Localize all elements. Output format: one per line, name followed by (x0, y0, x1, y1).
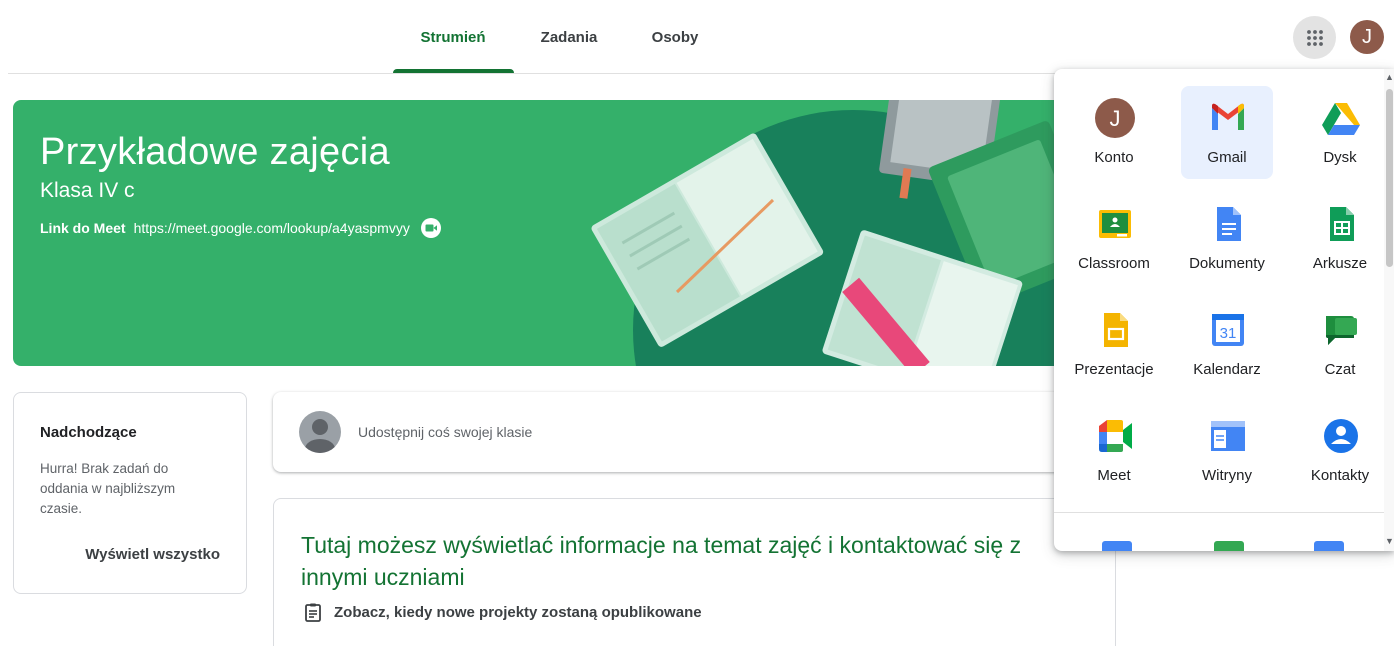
app-label: Konto (1094, 149, 1134, 166)
upcoming-title: Nadchodzące (40, 424, 137, 441)
info-subtitle: Zobacz, kiedy nowe projekty zostaną opub… (334, 603, 702, 621)
scrollbar-thumb[interactable] (1386, 89, 1393, 267)
app-label: Czat (1324, 361, 1356, 378)
default-person-icon (305, 419, 335, 453)
sheets-icon (1330, 207, 1354, 241)
drive-icon (1322, 103, 1360, 135)
tab-stream[interactable]: Strumień (410, 0, 496, 74)
sites-icon (1211, 421, 1245, 451)
account-initial: J (1110, 106, 1121, 131)
meet-link-url[interactable]: https://meet.google.com/lookup/a4yaspmvy… (134, 220, 410, 236)
app-label: Prezentacje (1074, 361, 1154, 378)
class-section: Klasa IV c (40, 179, 135, 202)
docs-icon (1217, 207, 1241, 241)
apps-grid-icon (1306, 29, 1323, 46)
app-chat[interactable]: Czat (1294, 298, 1386, 391)
meet-video-icon[interactable] (420, 217, 442, 239)
upcoming-card: Nadchodzące Hurra! Brak zadań do oddania… (13, 392, 247, 594)
google-apps-menu: J Konto Gmail Dysk Classroom Dokumenty A… (1054, 69, 1394, 551)
classroom-icon (1099, 210, 1131, 238)
app-classroom[interactable]: Classroom (1068, 192, 1160, 285)
app-slides[interactable]: Prezentacje (1068, 298, 1160, 391)
slides-icon (1104, 313, 1128, 347)
account-avatar-icon: J (1095, 98, 1135, 138)
meet-link-label: Link do Meet (40, 220, 126, 236)
app-meet[interactable]: Meet (1068, 404, 1160, 497)
app-label: Meet (1097, 467, 1131, 484)
stream-info-card: Tutaj możesz wyświetlać informacje na te… (273, 498, 1116, 646)
app-label: Dysk (1323, 149, 1357, 166)
tab-classwork[interactable]: Zadania (530, 0, 608, 74)
app-label: Dokumenty (1189, 255, 1265, 272)
app-label: Arkusze (1312, 255, 1368, 272)
next-row-app-icon[interactable] (1102, 541, 1132, 551)
gmail-icon (1212, 103, 1244, 130)
next-row-app-icon[interactable] (1214, 541, 1244, 551)
info-headline: Tutaj możesz wyświetlać informacje na te… (301, 532, 1022, 590)
app-label: Kontakty (1310, 467, 1370, 484)
app-account[interactable]: J Konto (1068, 86, 1160, 179)
assignment-clipboard-icon (305, 603, 321, 622)
share-placeholder: Udostępnij coś swojej klasie (358, 424, 533, 440)
calendar-icon: 31 (1212, 314, 1244, 346)
apps-menu-scrollbar[interactable]: ▲ ▼ (1384, 69, 1394, 551)
scroll-up-arrow-icon[interactable]: ▲ (1385, 72, 1394, 82)
account-avatar[interactable]: J (1350, 20, 1384, 54)
chat-icon (1326, 316, 1357, 345)
meet-icon (1099, 420, 1132, 452)
upcoming-message: Hurra! Brak zadań do oddania w najbliższ… (40, 461, 176, 516)
app-label: Kalendarz (1193, 361, 1261, 378)
class-banner: Przykładowe zajęcia Klasa IV c Link do M… (13, 100, 1117, 366)
top-navigation-bar: Strumień Zadania Osoby J (0, 0, 1394, 74)
google-apps-button[interactable] (1293, 16, 1336, 59)
contacts-icon (1324, 419, 1358, 453)
app-contacts[interactable]: Kontakty (1294, 404, 1386, 497)
user-avatar (299, 411, 341, 453)
app-sheets[interactable]: Arkusze (1294, 192, 1386, 285)
calendar-day: 31 (1220, 325, 1237, 342)
app-gmail[interactable]: Gmail (1181, 86, 1273, 179)
app-sites[interactable]: Witryny (1181, 404, 1273, 497)
scroll-down-arrow-icon[interactable]: ▼ (1385, 536, 1394, 546)
view-all-button[interactable]: Wyświetl wszystko (85, 546, 220, 563)
next-row-app-icon[interactable] (1314, 541, 1344, 551)
app-calendar[interactable]: 31 Kalendarz (1181, 298, 1273, 391)
app-docs[interactable]: Dokumenty (1181, 192, 1273, 285)
app-drive[interactable]: Dysk (1294, 86, 1386, 179)
share-with-class-box[interactable]: Udostępnij coś swojej klasie (273, 392, 1116, 472)
tab-people[interactable]: Osoby (642, 0, 708, 74)
class-title: Przykładowe zajęcia (40, 131, 390, 173)
app-label: Witryny (1202, 467, 1252, 484)
apps-menu-divider (1054, 512, 1384, 513)
app-label: Gmail (1207, 149, 1247, 166)
info-subtitle-row: Zobacz, kiedy nowe projekty zostaną opub… (303, 602, 702, 622)
meet-link-row: Link do Meet https://meet.google.com/loo… (40, 217, 442, 239)
app-label: Classroom (1078, 255, 1150, 272)
